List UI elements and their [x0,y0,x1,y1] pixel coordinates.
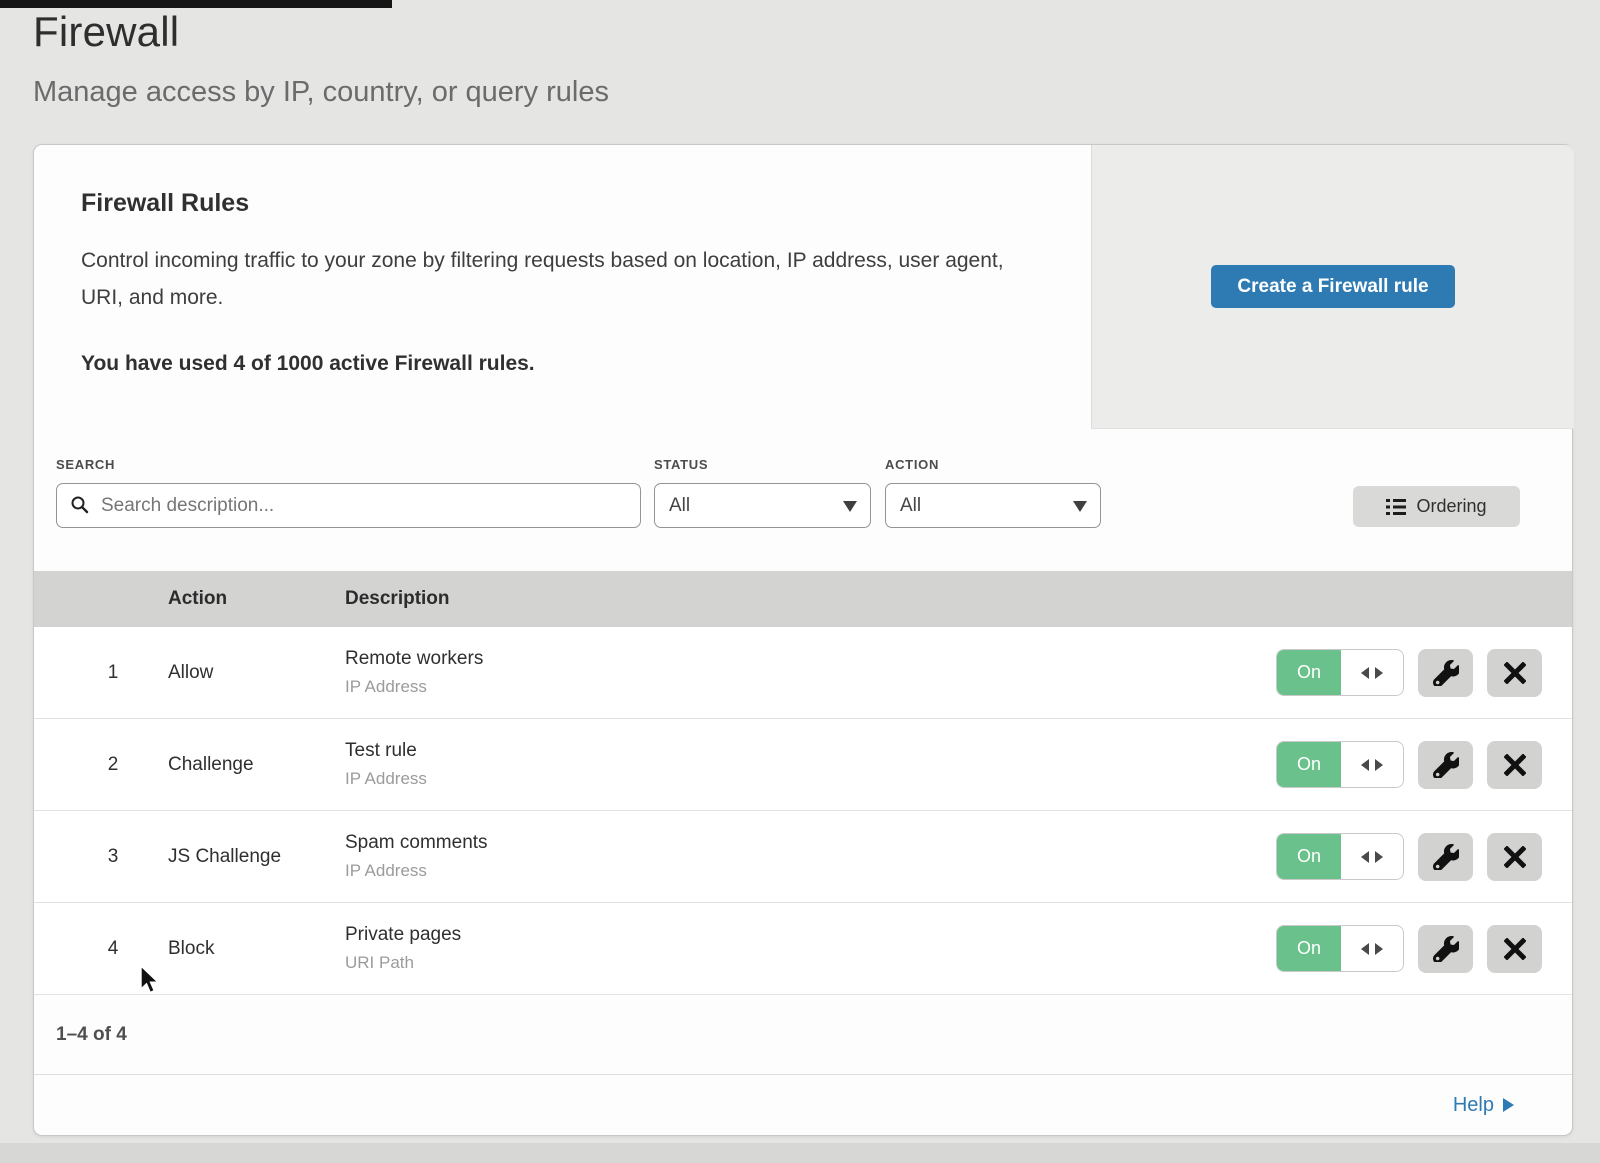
edit-rule-button[interactable] [1418,925,1473,973]
status-label: STATUS [654,457,708,472]
table-row: 4 Block Private pages URI Path On [34,903,1572,995]
rule-enabled-toggle[interactable]: On [1276,741,1404,788]
rules-card-header: Firewall Rules Control incoming traffic … [34,145,1572,429]
action-select-value: All [900,495,921,517]
close-icon [1504,846,1526,868]
pagination-status: 1–4 of 4 [34,995,1572,1074]
help-link-label: Help [1453,1094,1494,1117]
rule-match-type: IP Address [345,861,1276,881]
rules-table-header: Action Description [34,571,1572,627]
rule-action: Block [168,938,318,960]
chevron-down-icon [1073,501,1087,512]
rule-match-type: IP Address [345,677,1276,697]
rule-priority: 3 [88,846,138,868]
create-firewall-rule-button[interactable]: Create a Firewall rule [1211,265,1454,308]
toggle-on-label: On [1277,926,1341,971]
close-icon [1504,938,1526,960]
wrench-icon [1433,752,1459,778]
wrench-icon [1433,844,1459,870]
rule-description: Remote workers [345,648,1276,670]
edit-rule-button[interactable] [1418,833,1473,881]
rule-match-type: IP Address [345,769,1276,789]
toggle-on-label: On [1277,650,1341,695]
action-select[interactable]: All [885,483,1101,528]
rule-description: Private pages [345,924,1276,946]
rules-card-title: Firewall Rules [81,189,1041,218]
rule-action: Challenge [168,754,318,776]
create-rule-panel: Create a Firewall rule [1091,145,1574,429]
wrench-icon [1433,660,1459,686]
window-chrome-strip [0,0,392,8]
chevron-down-icon [843,501,857,512]
action-label: ACTION [885,457,939,472]
toggle-handle-icon[interactable] [1341,926,1403,971]
toggle-on-label: On [1277,834,1341,879]
table-row: 3 JS Challenge Spam comments IP Address … [34,811,1572,903]
rule-description: Spam comments [345,832,1276,854]
table-row: 1 Allow Remote workers IP Address On [34,627,1572,719]
rule-enabled-toggle[interactable]: On [1276,649,1404,696]
help-row: Help [34,1074,1572,1135]
rules-usage-text: You have used 4 of 1000 active Firewall … [81,352,1041,376]
rule-priority: 4 [88,938,138,960]
column-header-action: Action [168,588,318,610]
toggle-on-label: On [1277,742,1341,787]
toggle-handle-icon[interactable] [1341,742,1403,787]
rule-match-type: URI Path [345,953,1276,973]
delete-rule-button[interactable] [1487,925,1542,973]
rule-action: Allow [168,662,318,684]
delete-rule-button[interactable] [1487,833,1542,881]
toggle-handle-icon[interactable] [1341,650,1403,695]
filters-bar: SEARCH STATUS All ACTION All [34,429,1572,571]
rule-action: JS Challenge [168,846,318,868]
page-bottom-strip [0,1143,1600,1163]
page-subtitle: Manage access by IP, country, or query r… [33,76,609,109]
search-label: SEARCH [56,457,115,472]
status-select-value: All [669,495,690,517]
edit-rule-button[interactable] [1418,649,1473,697]
search-icon [70,495,90,515]
search-input[interactable] [56,483,641,528]
ordered-list-icon [1386,498,1406,516]
delete-rule-button[interactable] [1487,741,1542,789]
rule-priority: 1 [88,662,138,684]
edit-rule-button[interactable] [1418,741,1473,789]
rule-enabled-toggle[interactable]: On [1276,925,1404,972]
close-icon [1504,754,1526,776]
arrow-right-icon [1503,1098,1514,1112]
wrench-icon [1433,936,1459,962]
close-icon [1504,662,1526,684]
table-row: 2 Challenge Test rule IP Address On [34,719,1572,811]
page-title: Firewall [33,8,179,56]
delete-rule-button[interactable] [1487,649,1542,697]
ordering-button-label: Ordering [1416,496,1486,517]
toggle-handle-icon[interactable] [1341,834,1403,879]
rules-card-description: Control incoming traffic to your zone by… [81,242,1041,316]
rules-table-body: 1 Allow Remote workers IP Address On [34,627,1572,995]
column-header-description: Description [345,588,450,610]
status-select[interactable]: All [654,483,871,528]
rule-description: Test rule [345,740,1276,762]
rule-enabled-toggle[interactable]: On [1276,833,1404,880]
help-link[interactable]: Help [1453,1094,1514,1117]
ordering-button[interactable]: Ordering [1353,486,1520,527]
rule-priority: 2 [88,754,138,776]
firewall-rules-card: Firewall Rules Control incoming traffic … [33,144,1573,1136]
